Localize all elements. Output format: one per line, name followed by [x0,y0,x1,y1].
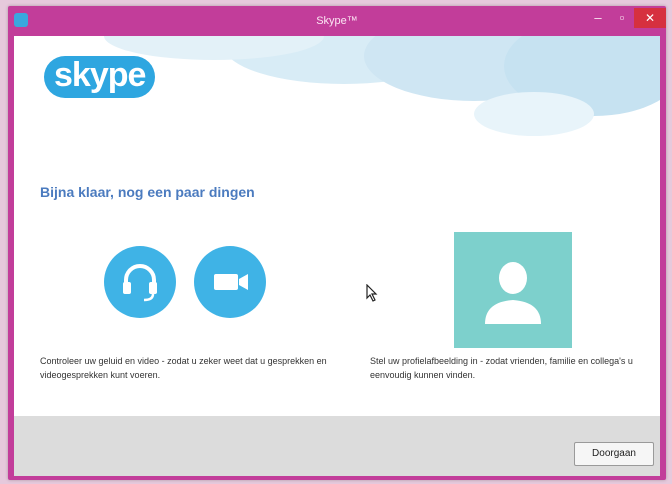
minimize-button[interactable]: – [586,8,610,28]
audio-video-description: Controleer uw geluid en video - zodat u … [40,356,327,380]
window-title: Skype™ [316,15,358,27]
close-button[interactable]: ✕ [634,8,666,28]
mouse-pointer-icon [366,284,378,302]
video-check-button[interactable] [194,246,266,318]
skype-window: Skype™ – ▫ ✕ skype Bijna klaar, nog een … [8,6,666,480]
maximize-button[interactable]: ▫ [610,8,634,28]
profile-description: Stel uw profielafbeelding in - zodat vri… [370,356,633,380]
video-camera-icon [214,274,248,290]
page-title: Bijna klaar, nog een paar dingen [40,184,255,200]
audio-check-button[interactable] [104,246,176,318]
user-silhouette-icon [485,262,541,324]
continue-button[interactable]: Doorgaan [574,442,654,466]
skype-logo: skype [44,56,156,98]
profile-picture-button[interactable] [454,232,572,348]
headset-icon [123,264,157,302]
title-bar[interactable]: Skype™ – ▫ ✕ [8,6,666,36]
content-area: skype Bijna klaar, nog een paar dingen C… [14,36,660,476]
footer-bar [14,416,660,476]
